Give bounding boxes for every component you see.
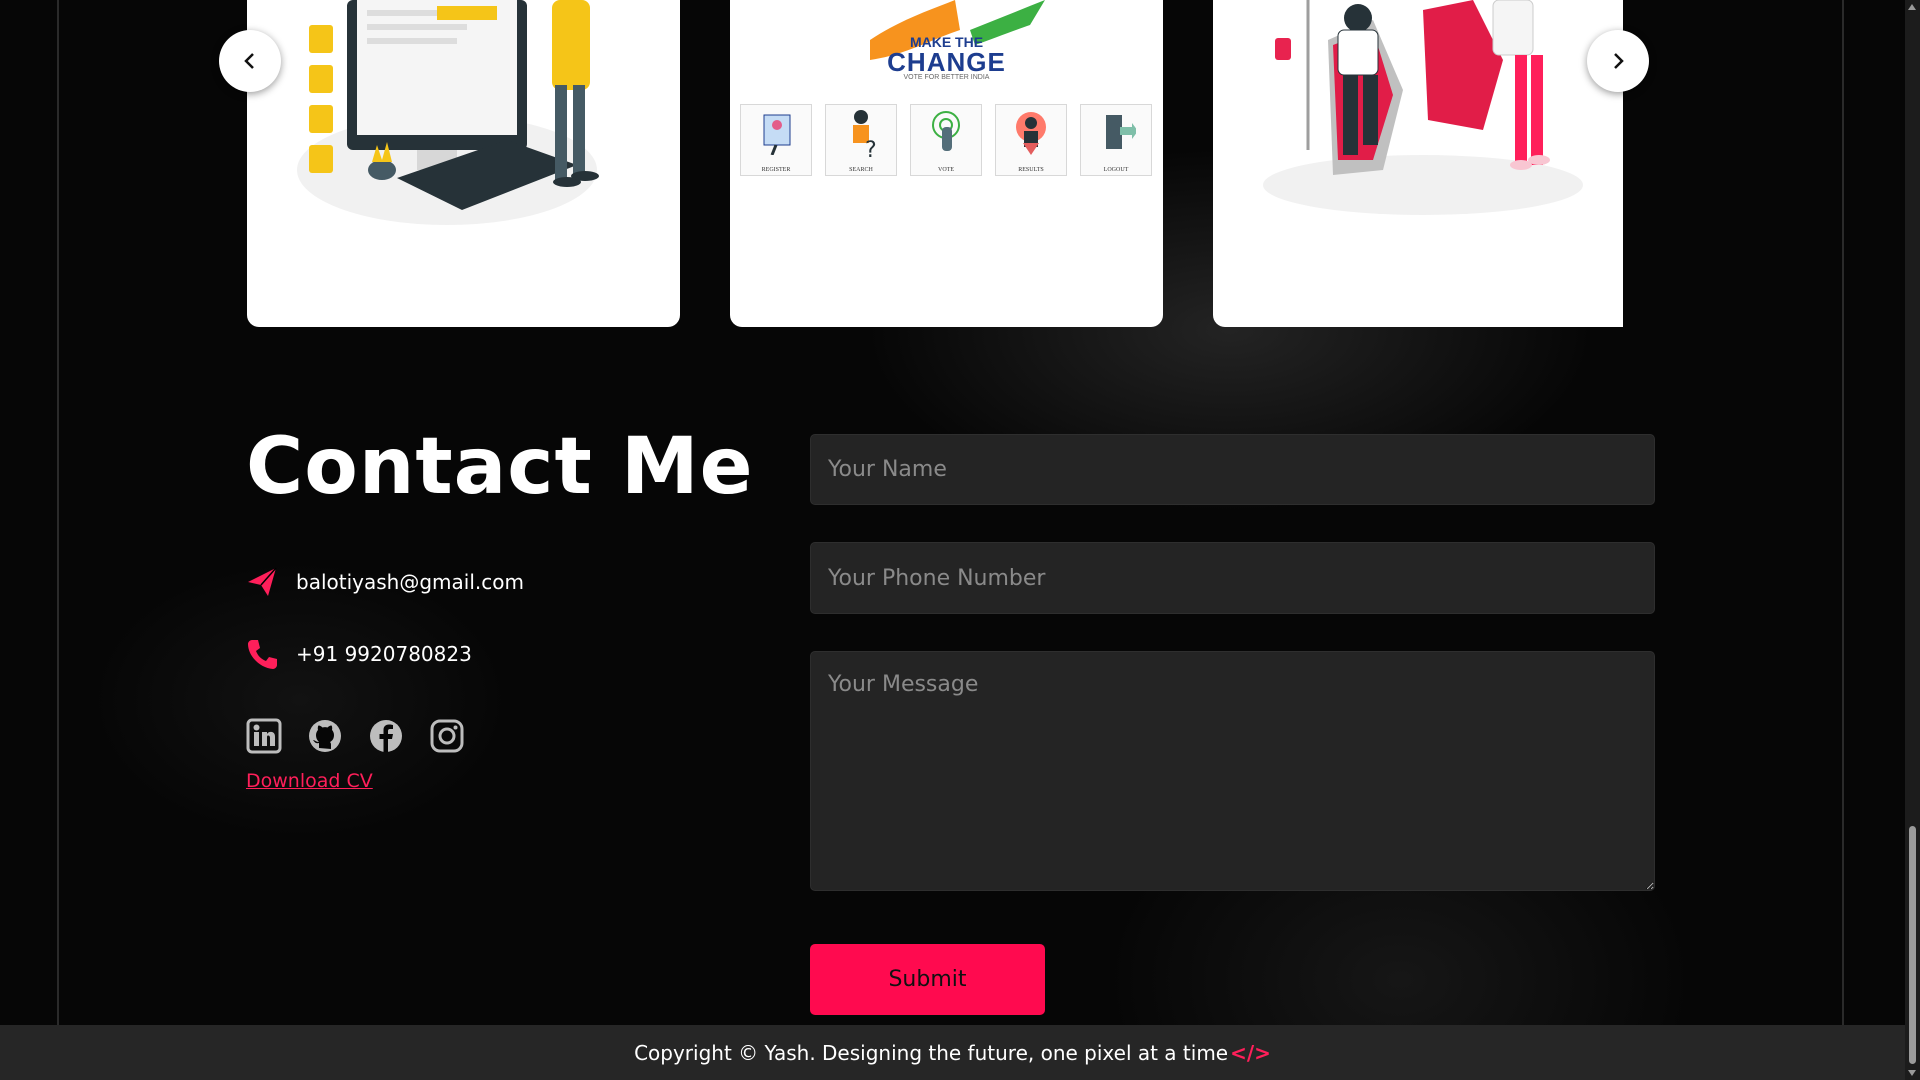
paper-plane-icon	[248, 567, 277, 596]
phone-input[interactable]	[810, 542, 1655, 614]
phone-row: +91 9920780823	[246, 638, 472, 670]
project-card-blood-donation[interactable]	[1213, 0, 1623, 327]
chevron-left-icon	[244, 53, 254, 69]
project-card-voting[interactable]: MAKE THE CHANGE VOTE FOR BETTER INDIA RE…	[730, 0, 1163, 327]
touch-icon	[932, 111, 960, 151]
left-border-line	[57, 0, 59, 1025]
phone-text: +91 9920780823	[296, 642, 472, 666]
chevron-right-icon	[1614, 53, 1624, 69]
award-icon	[1016, 112, 1046, 155]
scroll-up-arrow-icon[interactable]	[1908, 4, 1916, 10]
search-person-icon: ?	[853, 110, 877, 160]
scrollbar-thumb[interactable]	[1909, 826, 1916, 1064]
page-scrollbar[interactable]	[1905, 0, 1920, 1080]
email-row: balotiyash@gmail.com	[246, 566, 524, 598]
carousel-prev-button[interactable]	[219, 30, 281, 92]
svg-text:?: ?	[865, 138, 877, 160]
step-label: SEARCH	[849, 167, 873, 173]
heading-tagline: VOTE FOR BETTER INDIA	[903, 74, 990, 81]
step-vote: VOTE	[910, 104, 982, 176]
phone-icon	[248, 640, 277, 669]
voting-heading: MAKE THE CHANGE VOTE FOR BETTER INDIA	[730, 34, 1163, 81]
carousel-next-button[interactable]	[1587, 30, 1649, 92]
step-label: LOGOUT	[1103, 167, 1129, 173]
step-results: RESULTS	[995, 104, 1067, 176]
download-cv-link[interactable]: Download CV	[246, 770, 373, 792]
quiz-illustration	[297, 0, 599, 225]
facebook-icon[interactable]	[368, 718, 404, 754]
instagram-icon[interactable]	[429, 718, 465, 754]
code-icon: </>	[1230, 1040, 1271, 1065]
step-logout: LOGOUT	[1080, 104, 1152, 176]
project-card-quiz[interactable]	[247, 0, 680, 327]
linkedin-icon[interactable]	[246, 718, 282, 754]
social-links	[246, 718, 465, 754]
name-input[interactable]	[810, 434, 1655, 505]
submit-button[interactable]: Submit	[810, 944, 1045, 1015]
footer: Copyright © Yash. Designing the future, …	[0, 1025, 1905, 1080]
register-icon	[763, 114, 791, 155]
logout-door-icon	[1106, 115, 1136, 149]
step-label: VOTE	[938, 167, 954, 173]
right-border-line	[1842, 0, 1844, 1025]
contact-title: Contact Me	[246, 422, 754, 512]
step-label: RESULTS	[1018, 167, 1044, 173]
blood-donation-illustration	[1263, 0, 1583, 215]
step-label: REGISTER	[761, 167, 791, 173]
github-icon[interactable]	[307, 718, 343, 754]
footer-copyright: Copyright © Yash. Designing the future, …	[634, 1040, 1229, 1065]
heading-big: CHANGE	[887, 47, 1006, 77]
scroll-down-arrow-icon[interactable]	[1908, 1070, 1916, 1076]
step-register: REGISTER	[740, 104, 812, 176]
email-text: balotiyash@gmail.com	[296, 570, 524, 594]
message-textarea[interactable]	[810, 651, 1655, 891]
voting-steps: REGISTER ? SEARCH VOTE RESULTS LOGOUT	[740, 104, 1152, 176]
step-search: ? SEARCH	[825, 104, 897, 176]
